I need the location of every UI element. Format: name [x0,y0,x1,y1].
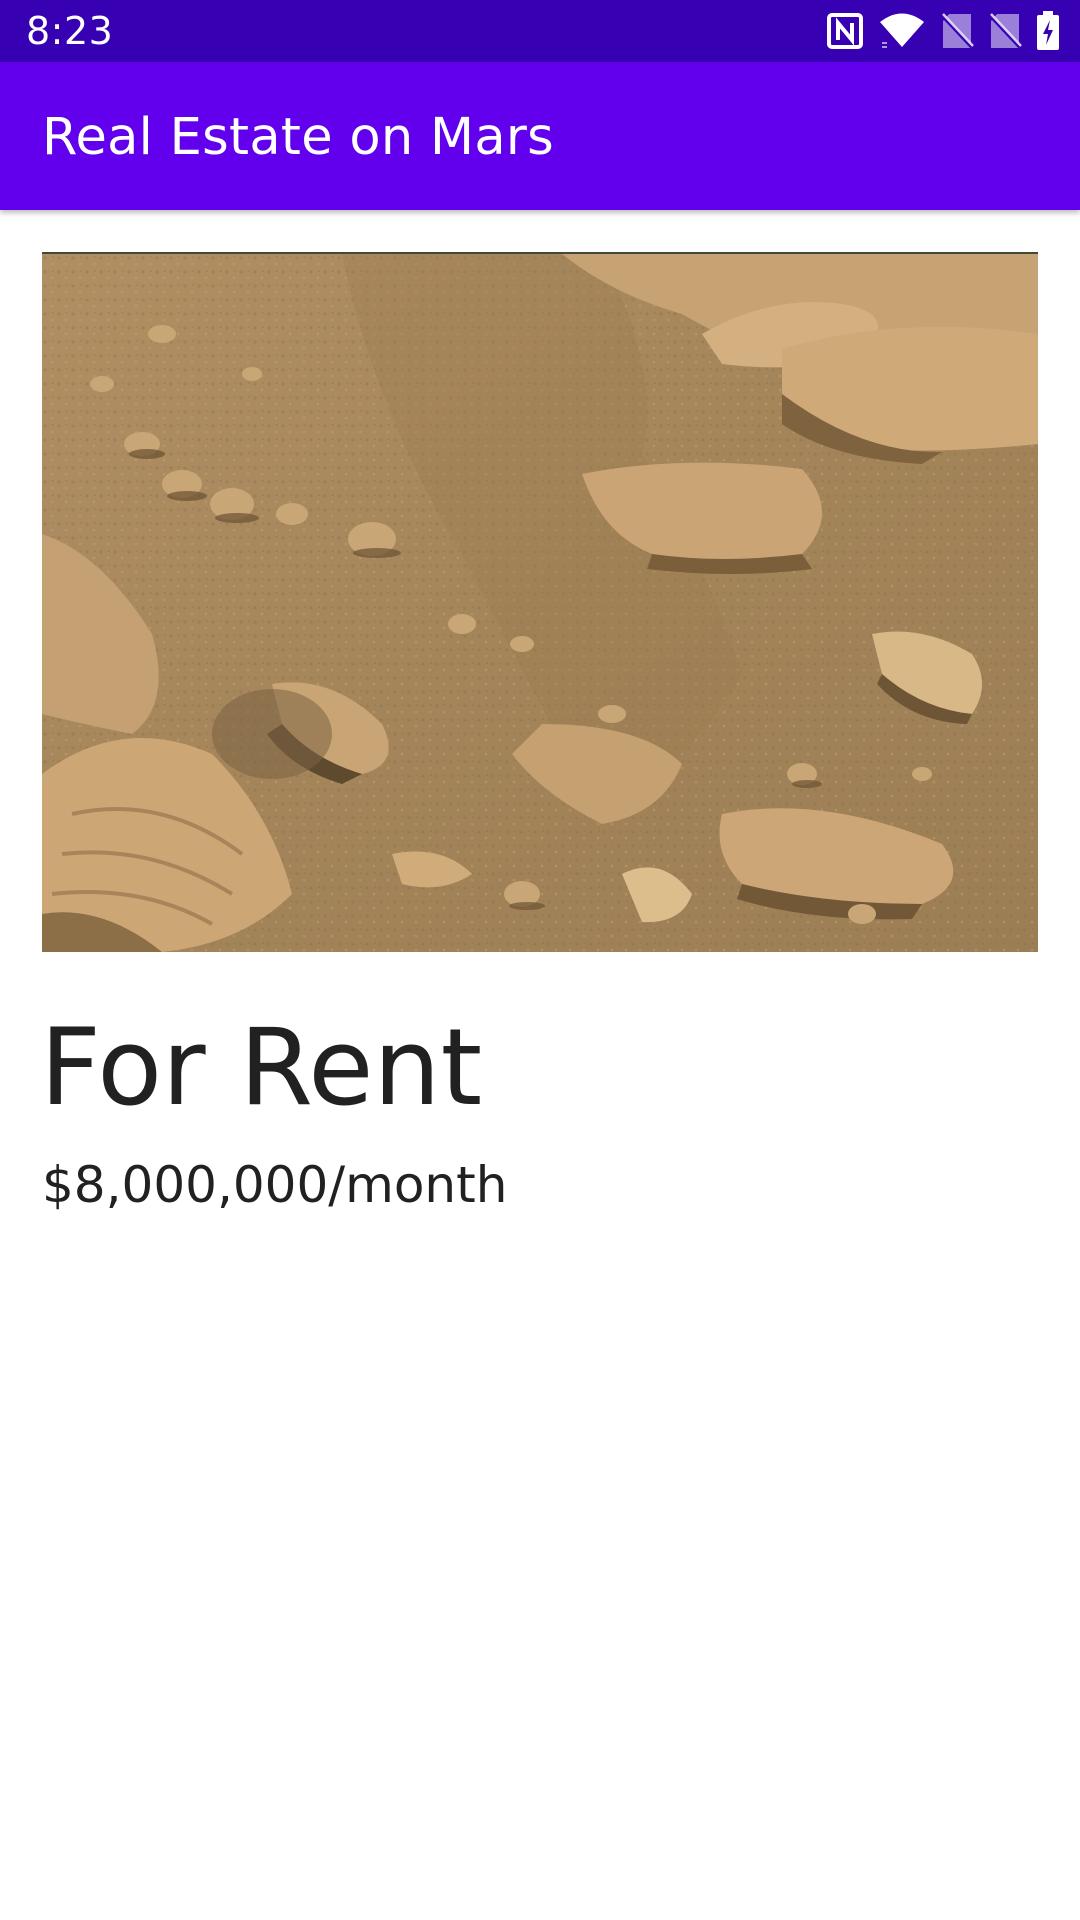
listing-price: $8,000,000/month [42,1156,508,1214]
app-title: Real Estate on Mars [42,108,555,167]
wifi-icon [878,13,926,49]
listing-type: For Rent [40,1006,483,1129]
app-bar: Real Estate on Mars [0,62,1080,210]
status-icons [826,10,1060,52]
sim-no-signal-icon [988,12,1022,50]
nfc-icon [826,12,864,50]
status-bar: 8:23 [0,0,1080,62]
sim-no-signal-icon [940,12,974,50]
battery-charging-icon [1036,11,1060,51]
status-time: 8:23 [26,9,114,53]
mars-terrain-photo [42,252,1038,952]
